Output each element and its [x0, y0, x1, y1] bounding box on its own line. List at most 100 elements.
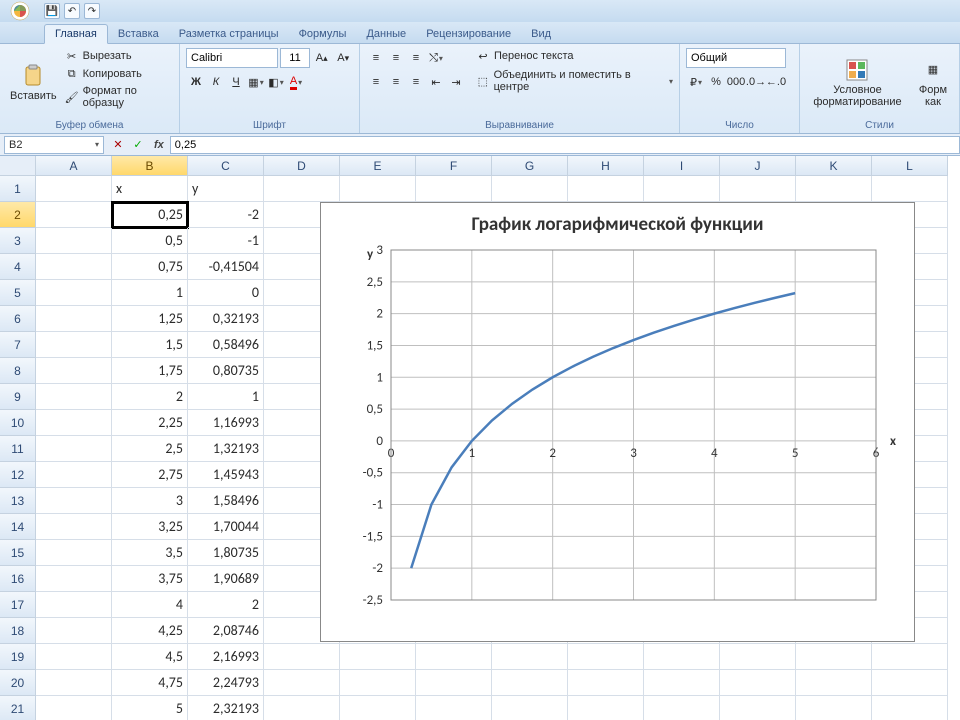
- cell-B9[interactable]: 2: [112, 384, 188, 410]
- qat-redo-icon[interactable]: ↷: [84, 3, 100, 19]
- cell-C17[interactable]: 2: [188, 592, 264, 618]
- col-header-H[interactable]: H: [568, 156, 644, 176]
- tab-Вид[interactable]: Вид: [521, 25, 561, 43]
- cell-B8[interactable]: 1,75: [112, 358, 188, 384]
- accept-formula-icon[interactable]: ✓: [128, 135, 148, 155]
- row-header-6[interactable]: 6: [0, 306, 36, 332]
- cell-G21[interactable]: [492, 696, 568, 720]
- worksheet[interactable]: ABCDEFGHIJKL 1xy20,25-230,5-140,75-0,415…: [0, 156, 960, 720]
- col-header-F[interactable]: F: [416, 156, 492, 176]
- cell-C4[interactable]: -0,41504: [188, 254, 264, 280]
- tab-Рецензирование[interactable]: Рецензирование: [416, 25, 521, 43]
- cell-E19[interactable]: [340, 644, 416, 670]
- cell-B12[interactable]: 2,75: [112, 462, 188, 488]
- cell-B19[interactable]: 4,5: [112, 644, 188, 670]
- border-button[interactable]: ▦▾: [246, 72, 266, 92]
- cell-C20[interactable]: 2,24793: [188, 670, 264, 696]
- cell-L19[interactable]: [872, 644, 948, 670]
- formula-input[interactable]: [170, 136, 960, 154]
- cell-B13[interactable]: 3: [112, 488, 188, 514]
- percent-button[interactable]: %: [706, 72, 726, 92]
- cell-G19[interactable]: [492, 644, 568, 670]
- embedded-chart[interactable]: График логарифмической функции -2,5-2-1,…: [320, 202, 915, 642]
- cell-A17[interactable]: [36, 592, 112, 618]
- cell-F21[interactable]: [416, 696, 492, 720]
- cell-J21[interactable]: [720, 696, 796, 720]
- col-header-D[interactable]: D: [264, 156, 340, 176]
- row-header-5[interactable]: 5: [0, 280, 36, 306]
- cell-F20[interactable]: [416, 670, 492, 696]
- cell-B3[interactable]: 0,5: [112, 228, 188, 254]
- cell-A3[interactable]: [36, 228, 112, 254]
- cell-H1[interactable]: [568, 176, 644, 202]
- cell-B10[interactable]: 2,25: [112, 410, 188, 436]
- cell-A20[interactable]: [36, 670, 112, 696]
- cell-D21[interactable]: [264, 696, 340, 720]
- cell-L20[interactable]: [872, 670, 948, 696]
- col-header-K[interactable]: K: [796, 156, 872, 176]
- cell-I1[interactable]: [644, 176, 720, 202]
- cell-I20[interactable]: [644, 670, 720, 696]
- col-header-I[interactable]: I: [644, 156, 720, 176]
- row-header-18[interactable]: 18: [0, 618, 36, 644]
- cell-A21[interactable]: [36, 696, 112, 720]
- cell-D1[interactable]: [264, 176, 340, 202]
- bold-button[interactable]: Ж: [186, 72, 206, 92]
- col-header-G[interactable]: G: [492, 156, 568, 176]
- cell-H21[interactable]: [568, 696, 644, 720]
- col-header-B[interactable]: B: [112, 156, 188, 176]
- row-header-12[interactable]: 12: [0, 462, 36, 488]
- dec-decimal-button[interactable]: ←.0: [766, 72, 786, 92]
- cell-B11[interactable]: 2,5: [112, 436, 188, 462]
- format-as-table-button[interactable]: ▦ Форм как: [913, 48, 953, 118]
- grow-font-button[interactable]: A▴: [312, 48, 332, 68]
- cell-A19[interactable]: [36, 644, 112, 670]
- align-right-button[interactable]: ≡: [406, 72, 426, 92]
- cell-A5[interactable]: [36, 280, 112, 306]
- row-header-9[interactable]: 9: [0, 384, 36, 410]
- cell-C19[interactable]: 2,16993: [188, 644, 264, 670]
- tab-Главная[interactable]: Главная: [44, 24, 108, 44]
- cell-D19[interactable]: [264, 644, 340, 670]
- row-header-19[interactable]: 19: [0, 644, 36, 670]
- cancel-formula-icon[interactable]: ✕: [108, 135, 128, 155]
- indent-increase-button[interactable]: ⇥: [446, 72, 466, 92]
- qat-save-icon[interactable]: 💾: [44, 3, 60, 19]
- cell-C18[interactable]: 2,08746: [188, 618, 264, 644]
- tab-Разметка страницы[interactable]: Разметка страницы: [169, 25, 289, 43]
- underline-button[interactable]: Ч: [226, 72, 246, 92]
- select-all-corner[interactable]: [0, 156, 36, 176]
- font-name-input[interactable]: [186, 48, 278, 68]
- cell-B4[interactable]: 0,75: [112, 254, 188, 280]
- align-bottom-button[interactable]: ≡: [406, 48, 426, 68]
- indent-decrease-button[interactable]: ⇤: [426, 72, 446, 92]
- copy-button[interactable]: ⧉Копировать: [65, 66, 173, 82]
- row-header-16[interactable]: 16: [0, 566, 36, 592]
- cell-A7[interactable]: [36, 332, 112, 358]
- cell-C12[interactable]: 1,45943: [188, 462, 264, 488]
- tab-Данные[interactable]: Данные: [356, 25, 416, 43]
- cell-I21[interactable]: [644, 696, 720, 720]
- cell-A4[interactable]: [36, 254, 112, 280]
- cell-J19[interactable]: [720, 644, 796, 670]
- cut-button[interactable]: ✂Вырезать: [65, 48, 173, 64]
- cell-C14[interactable]: 1,70044: [188, 514, 264, 540]
- font-size-input[interactable]: [280, 48, 310, 68]
- cell-J20[interactable]: [720, 670, 796, 696]
- number-format-input[interactable]: [686, 48, 786, 68]
- cell-C3[interactable]: -1: [188, 228, 264, 254]
- wrap-text-button[interactable]: ↩Перенос текста: [476, 48, 673, 64]
- cell-F19[interactable]: [416, 644, 492, 670]
- cell-E20[interactable]: [340, 670, 416, 696]
- col-header-A[interactable]: A: [36, 156, 112, 176]
- cell-B20[interactable]: 4,75: [112, 670, 188, 696]
- cell-C9[interactable]: 1: [188, 384, 264, 410]
- cell-A6[interactable]: [36, 306, 112, 332]
- cell-A13[interactable]: [36, 488, 112, 514]
- cell-B1[interactable]: x: [112, 176, 188, 202]
- cell-H20[interactable]: [568, 670, 644, 696]
- cell-C10[interactable]: 1,16993: [188, 410, 264, 436]
- qat-undo-icon[interactable]: ↶: [64, 3, 80, 19]
- align-left-button[interactable]: ≡: [366, 72, 386, 92]
- col-header-C[interactable]: C: [188, 156, 264, 176]
